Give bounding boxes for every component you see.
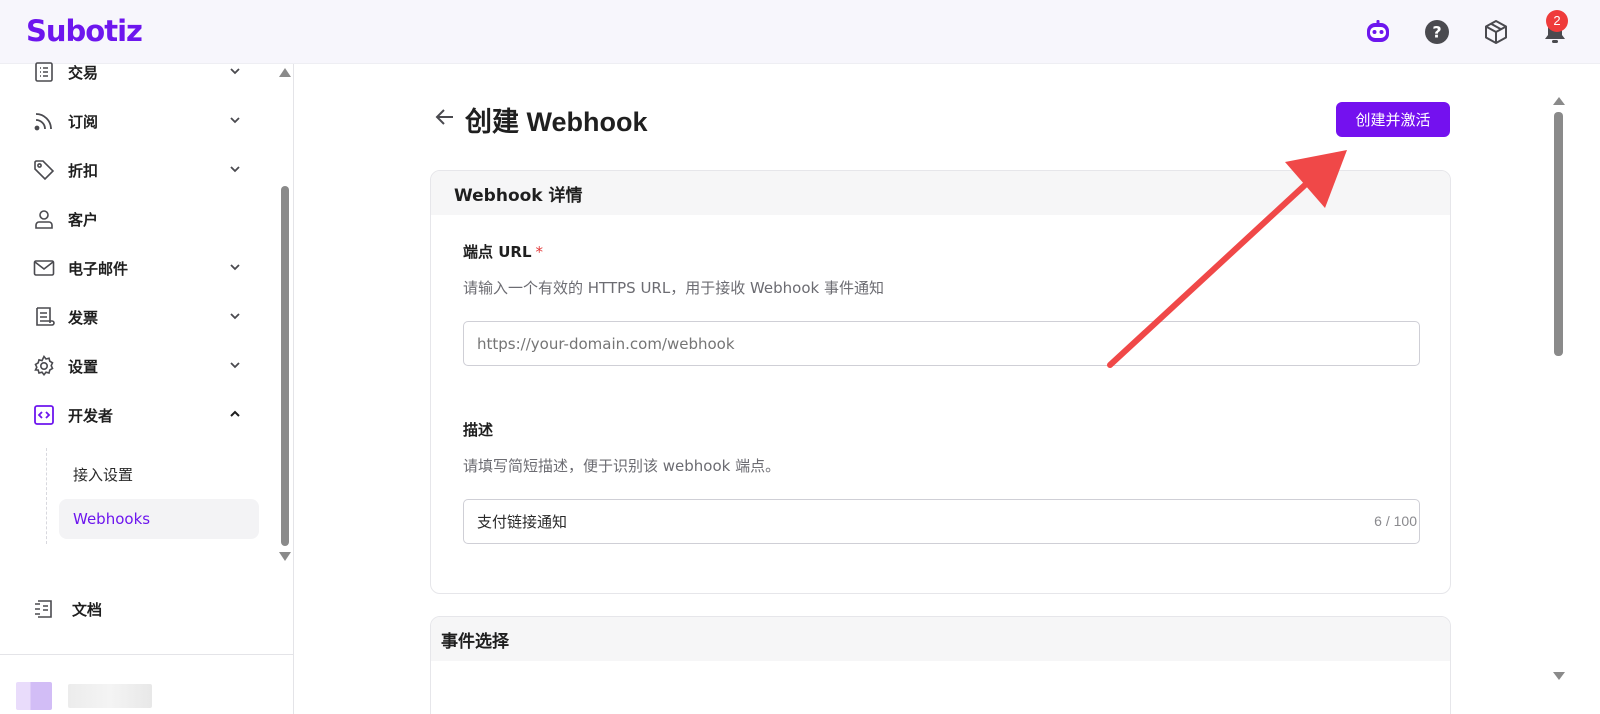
sidebar-subitem-integration-settings[interactable]: 接入设置 <box>59 454 259 494</box>
create-and-activate-button[interactable]: 创建并激活 <box>1336 102 1450 137</box>
sidebar-item-developer[interactable]: 开发者 <box>32 400 252 430</box>
label-text: 端点 URL <box>463 243 532 261</box>
chevron-down-icon <box>230 166 240 173</box>
scroll-up-icon[interactable] <box>279 68 291 77</box>
description-input[interactable] <box>463 499 1420 544</box>
event-selection-card: 事件选择 <box>430 616 1451 714</box>
submenu-guide-line <box>46 448 47 544</box>
sidebar-item-transactions[interactable]: 交易 <box>32 57 252 87</box>
avatar[interactable] <box>16 682 52 710</box>
chevron-down-icon <box>230 117 240 124</box>
app-logo[interactable]: Subotiz <box>26 14 143 48</box>
sidebar-item-label: 文档 <box>72 600 103 619</box>
help-icon[interactable]: ? <box>1423 18 1451 46</box>
webhook-details-card: Webhook 详情 端点 URL * 请输入一个有效的 HTTPS URL，用于… <box>430 170 1451 594</box>
scroll-down-icon[interactable] <box>279 552 291 561</box>
list-icon <box>32 60 56 84</box>
sidebar-item-label: 订阅 <box>68 112 99 131</box>
sidebar-item-docs[interactable]: 文档 <box>32 594 252 624</box>
sidebar-item-settings[interactable]: 设置 <box>32 351 252 381</box>
top-header: Subotiz ? 2 <box>0 0 1600 64</box>
endpoint-url-input[interactable] <box>463 321 1420 366</box>
sidebar-item-label: 交易 <box>68 63 99 82</box>
chevron-up-icon <box>230 410 240 417</box>
back-arrow-icon[interactable] <box>434 106 456 128</box>
sidebar-item-label: 开发者 <box>68 406 114 425</box>
required-mark: * <box>535 243 544 261</box>
sidebar-item-label: 电子邮件 <box>68 259 129 278</box>
user-icon <box>32 207 56 231</box>
main-scrollbar-thumb[interactable] <box>1554 112 1563 356</box>
endpoint-url-help: 请输入一个有效的 HTTPS URL，用于接收 Webhook 事件通知 <box>463 279 884 297</box>
description-label: 描述 <box>463 421 494 439</box>
sidebar-item-email[interactable]: 电子邮件 <box>32 253 252 283</box>
account-name-redacted <box>68 684 152 708</box>
tag-icon <box>32 158 56 182</box>
code-icon <box>32 403 56 427</box>
sidebar-item-discounts[interactable]: 折扣 <box>32 155 252 185</box>
assistant-bot-icon[interactable] <box>1364 18 1392 46</box>
sidebar-item-customers[interactable]: 客户 <box>32 204 252 234</box>
sidebar-item-label: 折扣 <box>68 161 99 180</box>
endpoint-url-label: 端点 URL * <box>463 241 543 262</box>
description-char-counter: 6 / 100 <box>1374 513 1417 529</box>
sidebar-item-invoices[interactable]: 发票 <box>32 302 252 332</box>
svg-text:?: ? <box>1432 23 1441 42</box>
sidebar-scrollbar-thumb[interactable] <box>281 186 289 546</box>
card-title: Webhook 详情 <box>431 171 1450 215</box>
docs-icon <box>32 597 56 621</box>
scroll-up-icon[interactable] <box>1553 97 1565 105</box>
scroll-down-icon[interactable] <box>1553 672 1565 680</box>
chevron-down-icon <box>230 362 240 369</box>
page-title: 创建 Webhook <box>465 107 648 137</box>
rss-icon <box>32 109 56 133</box>
card-title: 事件选择 <box>431 617 1450 661</box>
receipt-icon <box>32 305 56 329</box>
notification-badge: 2 <box>1546 10 1568 32</box>
sidebar-subitem-webhooks[interactable]: Webhooks <box>59 499 259 539</box>
sidebar-item-label: 发票 <box>68 308 99 327</box>
chevron-down-icon <box>230 68 240 75</box>
mail-icon <box>32 256 56 280</box>
sidebar-item-subscriptions[interactable]: 订阅 <box>32 106 252 136</box>
chevron-down-icon <box>230 313 240 320</box>
chevron-down-icon <box>230 264 240 271</box>
gear-icon <box>32 354 56 378</box>
package-icon[interactable] <box>1482 18 1510 46</box>
sidebar-item-label: 设置 <box>68 357 99 376</box>
description-help: 请填写简短描述，便于识别该 webhook 端点。 <box>463 457 781 475</box>
sidebar-item-label: 客户 <box>68 210 99 229</box>
